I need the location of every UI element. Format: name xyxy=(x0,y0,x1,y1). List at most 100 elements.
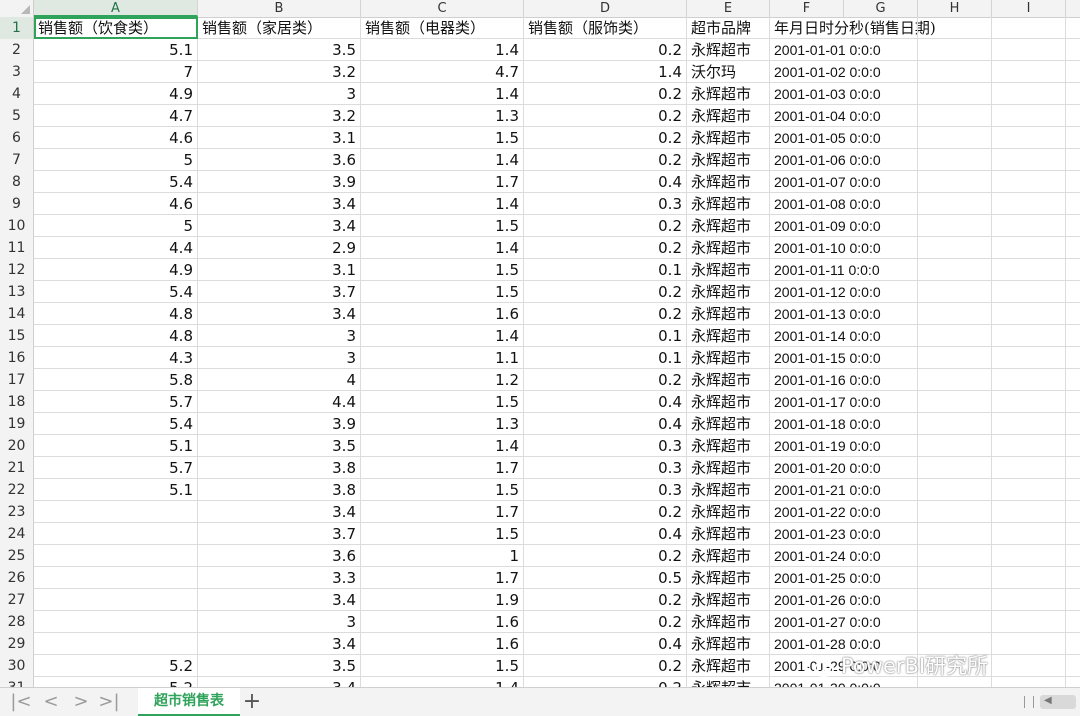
cell-d[interactable]: 0.2 xyxy=(524,655,687,677)
cell-a[interactable] xyxy=(34,545,198,567)
cell-e[interactable]: 永辉超市 xyxy=(687,237,770,259)
cell-i[interactable] xyxy=(992,259,1066,281)
cell-g[interactable] xyxy=(844,567,918,589)
cell-a[interactable]: 4.6 xyxy=(34,193,198,215)
cell-b[interactable]: 3.2 xyxy=(198,61,361,83)
cell-c[interactable]: 1.6 xyxy=(361,611,524,633)
cell-c[interactable]: 1.5 xyxy=(361,215,524,237)
cell-g[interactable] xyxy=(844,325,918,347)
cell-b[interactable]: 4 xyxy=(198,369,361,391)
horizontal-scrollbar[interactable]: ◀ xyxy=(1018,694,1078,710)
cell-e[interactable]: 永辉超市 xyxy=(687,105,770,127)
cell-i[interactable] xyxy=(992,391,1066,413)
cell-f[interactable]: 2001-01-02 0:0:0 xyxy=(770,61,881,83)
cell-f[interactable]: 2001-01-24 0:0:0 xyxy=(770,545,881,567)
row-number[interactable]: 10 xyxy=(0,215,34,237)
select-all-corner[interactable] xyxy=(0,0,34,17)
cell-i[interactable] xyxy=(992,105,1066,127)
cell-d[interactable]: 0.2 xyxy=(524,589,687,611)
cell-i1[interactable] xyxy=(992,17,1066,39)
cell-h[interactable] xyxy=(918,237,992,259)
cell-c[interactable]: 1.4 xyxy=(361,193,524,215)
cell-a[interactable]: 4.4 xyxy=(34,237,198,259)
row-number[interactable]: 18 xyxy=(0,391,34,413)
column-header-e[interactable]: E xyxy=(687,0,770,17)
cell-i[interactable] xyxy=(992,457,1066,479)
cell-b[interactable]: 3.5 xyxy=(198,39,361,61)
cell-d[interactable]: 1.4 xyxy=(524,61,687,83)
cell-c[interactable]: 1.7 xyxy=(361,171,524,193)
cell-c[interactable]: 1.4 xyxy=(361,39,524,61)
cell-b[interactable]: 3.6 xyxy=(198,149,361,171)
add-sheet-icon[interactable]: + xyxy=(240,689,264,715)
cell-e[interactable]: 永辉超市 xyxy=(687,633,770,655)
cell-e[interactable]: 永辉超市 xyxy=(687,193,770,215)
cell-d[interactable]: 0.2 xyxy=(524,237,687,259)
cell-d[interactable]: 0.2 xyxy=(524,105,687,127)
cell-h[interactable] xyxy=(918,457,992,479)
cell-f[interactable]: 2001-01-18 0:0:0 xyxy=(770,413,881,435)
cell-g[interactable] xyxy=(844,523,918,545)
cell-b[interactable]: 4.4 xyxy=(198,391,361,413)
cell-c[interactable]: 1.5 xyxy=(361,479,524,501)
cell-f[interactable]: 2001-01-03 0:0:0 xyxy=(770,83,881,105)
cell-c[interactable]: 1.7 xyxy=(361,457,524,479)
cell-c[interactable]: 1.3 xyxy=(361,105,524,127)
cell-a[interactable]: 4.3 xyxy=(34,347,198,369)
cell-e[interactable]: 永辉超市 xyxy=(687,171,770,193)
cell-i[interactable] xyxy=(992,127,1066,149)
cell-b[interactable]: 3.4 xyxy=(198,215,361,237)
row-number[interactable]: 21 xyxy=(0,457,34,479)
scroll-grip-icon[interactable] xyxy=(1024,696,1034,708)
cell-g[interactable] xyxy=(844,83,918,105)
cell-f[interactable]: 2001-01-06 0:0:0 xyxy=(770,149,881,171)
row-number[interactable]: 7 xyxy=(0,149,34,171)
cell-e[interactable]: 永辉超市 xyxy=(687,281,770,303)
cell-d[interactable]: 0.4 xyxy=(524,633,687,655)
cell-g[interactable] xyxy=(844,39,918,61)
cell-b[interactable]: 3.8 xyxy=(198,479,361,501)
cell-e[interactable]: 永辉超市 xyxy=(687,545,770,567)
cell-h[interactable] xyxy=(918,105,992,127)
cell-c[interactable]: 1.2 xyxy=(361,369,524,391)
cell-c[interactable]: 4.7 xyxy=(361,61,524,83)
cell-a[interactable]: 5.1 xyxy=(34,435,198,457)
cell-b[interactable]: 3.4 xyxy=(198,589,361,611)
row-number[interactable]: 4 xyxy=(0,83,34,105)
cell-b[interactable]: 3.4 xyxy=(198,501,361,523)
cell-a[interactable]: 5.2 xyxy=(34,655,198,677)
cell-d[interactable]: 0.4 xyxy=(524,413,687,435)
cell-d[interactable]: 0.1 xyxy=(524,325,687,347)
cell-f[interactable]: 2001-01-25 0:0:0 xyxy=(770,567,881,589)
cell-g[interactable] xyxy=(844,149,918,171)
cell-f[interactable]: 2001-01-16 0:0:0 xyxy=(770,369,881,391)
cell-a[interactable]: 5.2 xyxy=(34,677,198,687)
cell-f[interactable]: 2001-01-08 0:0:0 xyxy=(770,193,881,215)
cell-a[interactable]: 4.8 xyxy=(34,303,198,325)
cell-i[interactable] xyxy=(992,633,1066,655)
cell-h[interactable] xyxy=(918,501,992,523)
cell-a[interactable]: 5.4 xyxy=(34,171,198,193)
cell-b1[interactable]: 销售额（家居类） xyxy=(198,17,361,39)
next-sheet-icon[interactable]: > xyxy=(70,690,92,714)
column-header-f[interactable]: F xyxy=(770,0,844,17)
cell-b[interactable]: 3.9 xyxy=(198,171,361,193)
cell-d[interactable]: 0.2 xyxy=(524,281,687,303)
cell-g[interactable] xyxy=(844,303,918,325)
cell-g[interactable] xyxy=(844,435,918,457)
cell-d[interactable]: 0.1 xyxy=(524,347,687,369)
first-sheet-icon[interactable]: |< xyxy=(10,690,32,714)
cell-f[interactable]: 2001-01-20 0:0:0 xyxy=(770,457,881,479)
cell-e[interactable]: 永辉超市 xyxy=(687,303,770,325)
cell-a[interactable]: 4.8 xyxy=(34,325,198,347)
cell-d[interactable]: 0.5 xyxy=(524,567,687,589)
cell-h[interactable] xyxy=(918,215,992,237)
cell-d[interactable]: 0.2 xyxy=(524,303,687,325)
cell-f[interactable]: 2001-01-09 0:0:0 xyxy=(770,215,881,237)
cell-f[interactable]: 2001-01-21 0:0:0 xyxy=(770,479,881,501)
row-number[interactable]: 15 xyxy=(0,325,34,347)
cell-b[interactable]: 3.9 xyxy=(198,413,361,435)
cell-b[interactable]: 3.1 xyxy=(198,127,361,149)
cell-i[interactable] xyxy=(992,589,1066,611)
cell-d[interactable]: 0.2 xyxy=(524,611,687,633)
